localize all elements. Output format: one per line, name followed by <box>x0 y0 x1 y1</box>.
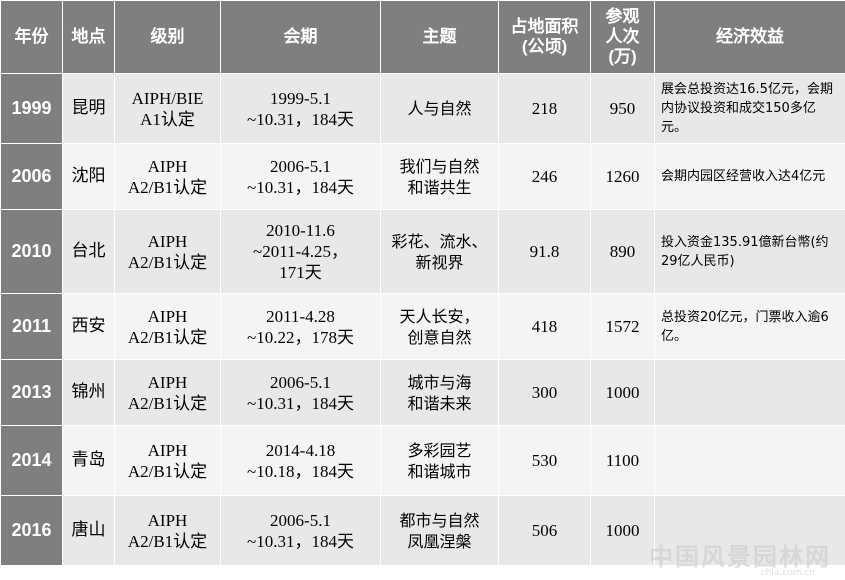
cell-level: AIPH A2/B1认定 <box>114 495 221 566</box>
table-row: 2011 西安 AIPH A2/B1认定 2011-4.28 ~10.22，178天 天人长… <box>0 293 845 360</box>
cell-period: 2010-11.6 ~2011-4.25， 171天 <box>220 209 381 294</box>
cell-period: 2006-5.1 ~10.31，184天 <box>220 359 381 426</box>
cell-benefit <box>654 359 845 426</box>
cell-area: 246 <box>498 143 591 210</box>
cell-level: AIPH A2/B1认定 <box>114 359 221 426</box>
cell-level: AIPH A2/B1认定 <box>114 209 221 294</box>
cell-visitors: 1000 <box>590 359 655 426</box>
cell-city: 昆明 <box>62 73 115 144</box>
cell-visitors: 950 <box>590 73 655 144</box>
cell-period: 2014-4.18 ~10.18，184天 <box>220 425 381 496</box>
cell-city: 沈阳 <box>62 143 115 210</box>
table-row: 2006 沈阳 AIPH A2/B1认定 2006-5.1 ~10.31，184天 我们与自… <box>0 143 845 210</box>
cell-area: 218 <box>498 73 591 144</box>
table-row: 2013 锦州 AIPH A2/B1认定 2006-5.1 ~10.31，184天 城市与海… <box>0 359 845 426</box>
cell-area: 418 <box>498 293 591 360</box>
cell-benefit: 会期内园区经营收入达4亿元 <box>654 143 845 210</box>
table-row: 1999 昆明 AIPH/BIE A1认定 1999-5.1 ~10.31，184天 人与自… <box>0 73 845 144</box>
cell-theme: 天人长安， 创意自然 <box>380 293 499 360</box>
cell-year: 2006 <box>0 143 63 210</box>
header-city: 地点 <box>62 0 115 74</box>
cell-theme: 我们与自然 和谐共生 <box>380 143 499 210</box>
cell-benefit: 总投资20亿元，门票收入逾6亿。 <box>654 293 845 360</box>
cell-benefit: 投入资金135.91億新台幣(约29亿人民币) <box>654 209 845 294</box>
cell-city: 唐山 <box>62 495 115 566</box>
cell-level: AIPH/BIE A1认定 <box>114 73 221 144</box>
header-period: 会期 <box>220 0 381 74</box>
cell-benefit <box>654 425 845 496</box>
cell-city: 台北 <box>62 209 115 294</box>
cell-level: AIPH A2/B1认定 <box>114 293 221 360</box>
cell-city: 青岛 <box>62 425 115 496</box>
watermark-url: chla.com.cn <box>760 568 815 578</box>
cell-visitors: 890 <box>590 209 655 294</box>
table-row: 2014 青岛 AIPH A2/B1认定 2014-4.18 ~10.18，184天 多彩园… <box>0 425 845 496</box>
header-level: 级别 <box>114 0 221 74</box>
header-area: 占地面积 (公顷) <box>498 0 591 74</box>
cell-theme: 多彩园艺 和谐城市 <box>380 425 499 496</box>
cell-year: 2010 <box>0 209 63 294</box>
cell-area: 91.8 <box>498 209 591 294</box>
cell-visitors: 1100 <box>590 425 655 496</box>
cell-theme: 人与自然 <box>380 73 499 144</box>
cell-area: 506 <box>498 495 591 566</box>
cell-theme: 都市与自然 凤凰涅槃 <box>380 495 499 566</box>
cell-area: 300 <box>498 359 591 426</box>
cell-year: 2016 <box>0 495 63 566</box>
cell-theme: 城市与海 和谐未来 <box>380 359 499 426</box>
cell-theme: 彩花、流水、 新视界 <box>380 209 499 294</box>
cell-level: AIPH A2/B1认定 <box>114 425 221 496</box>
cell-level: AIPH A2/B1认定 <box>114 143 221 210</box>
cell-year: 2014 <box>0 425 63 496</box>
cell-city: 锦州 <box>62 359 115 426</box>
table-row: 2010 台北 AIPH A2/B1认定 2010-11.6 ~2011-4.25， 171… <box>0 209 845 294</box>
cell-benefit <box>654 495 845 566</box>
cell-city: 西安 <box>62 293 115 360</box>
header-year: 年份 <box>0 0 63 74</box>
header-theme: 主题 <box>380 0 499 74</box>
table-row: 2016 唐山 AIPH A2/B1认定 2006-5.1 ~10.31，184天 都市与自… <box>0 495 845 566</box>
cell-visitors: 1572 <box>590 293 655 360</box>
cell-year: 2011 <box>0 293 63 360</box>
header-benefit: 经济效益 <box>654 0 845 74</box>
cell-area: 530 <box>498 425 591 496</box>
cell-visitors: 1260 <box>590 143 655 210</box>
cell-year: 2013 <box>0 359 63 426</box>
cell-year: 1999 <box>0 73 63 144</box>
cell-visitors: 1000 <box>590 495 655 566</box>
header-visitors: 参观 人次 (万) <box>590 0 655 74</box>
table-body: 1999 昆明 AIPH/BIE A1认定 1999-5.1 ~10.31，184天 人与自… <box>0 73 845 566</box>
cell-period: 2006-5.1 ~10.31，184天 <box>220 143 381 210</box>
cell-benefit: 展会总投资达16.5亿元，会期内协议投资和成交150多亿元。 <box>654 73 845 144</box>
cell-period: 2011-4.28 ~10.22，178天 <box>220 293 381 360</box>
expo-table: 年份 地点 级别 会期 主题 占地面积 (公顷) 参观 人次 (万) 经济效益 1999 昆明 AIPH… <box>0 0 845 566</box>
cell-period: 1999-5.1 ~10.31，184天 <box>220 73 381 144</box>
cell-period: 2006-5.1 ~10.31，184天 <box>220 495 381 566</box>
header-row: 年份 地点 级别 会期 主题 占地面积 (公顷) 参观 人次 (万) 经济效益 <box>0 0 845 74</box>
